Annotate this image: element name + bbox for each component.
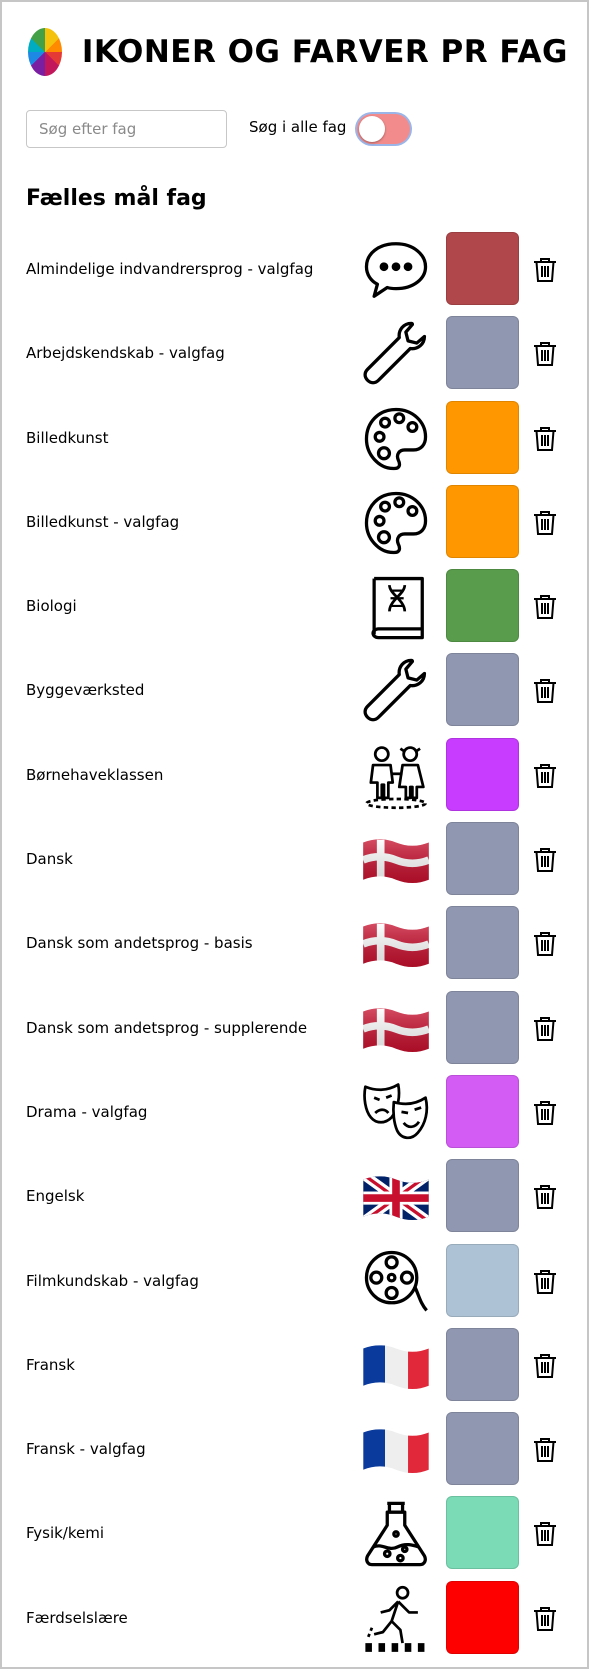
trash-icon[interactable]	[532, 509, 558, 537]
color-wheel-icon	[28, 28, 62, 76]
trash-icon[interactable]	[532, 256, 558, 284]
trash-icon[interactable]	[532, 1605, 558, 1633]
subject-row: Fransk - valgfag	[2, 1412, 589, 1496]
children-icon[interactable]	[360, 740, 432, 812]
app-frame: IKONER OG FARVER PR FAG Søg i alle fag F…	[0, 0, 589, 1669]
subject-row: Billedkunst	[2, 400, 589, 485]
subject-row: Børnehaveklassen	[2, 737, 589, 822]
header: IKONER OG FARVER PR FAG	[28, 26, 568, 78]
subject-row: Dansk som andetsprog - basis	[2, 906, 589, 990]
trash-icon[interactable]	[532, 762, 558, 790]
subject-row: Biologi	[2, 569, 589, 653]
trash-icon[interactable]	[532, 846, 558, 874]
danish-flag-icon[interactable]	[360, 824, 432, 896]
color-swatch[interactable]	[446, 1327, 519, 1401]
french-flag-icon[interactable]	[360, 1330, 432, 1402]
subject-name: Drama - valgfag	[26, 1102, 148, 1121]
subject-name: Almindelige indvandrersprog - valgfag	[26, 260, 314, 278]
toggle-knob[interactable]	[359, 116, 385, 142]
trash-icon[interactable]	[532, 677, 558, 705]
subject-row: Dansk som andetsprog - supplerende	[2, 990, 589, 1075]
subject-row: Drama - valgfag	[2, 1074, 589, 1159]
search-input[interactable]	[26, 110, 227, 148]
subject-row: Dansk	[2, 822, 589, 906]
trash-icon[interactable]	[532, 1520, 558, 1548]
color-swatch[interactable]	[446, 906, 519, 980]
trash-icon[interactable]	[532, 1268, 558, 1296]
color-swatch[interactable]	[446, 990, 519, 1064]
subject-name: Børnehaveklassen	[26, 765, 164, 784]
subject-name: Dansk	[26, 850, 73, 869]
color-swatch[interactable]	[446, 569, 519, 643]
subject-name: Billedkunst - valgfag	[26, 512, 180, 531]
subject-name: Dansk som andetsprog - basis	[26, 934, 253, 953]
color-swatch[interactable]	[446, 1074, 519, 1148]
color-swatch[interactable]	[446, 1412, 519, 1486]
subject-row: Arbejdskendskab - valgfag	[2, 316, 589, 400]
subject-list: Almindelige indvandrersprog - valgfag Arb…	[2, 232, 589, 1665]
subject-name: Fysik/kemi	[26, 1524, 105, 1543]
color-swatch[interactable]	[446, 316, 519, 390]
flask-icon[interactable]	[360, 1498, 432, 1570]
search-all-toggle[interactable]	[357, 114, 410, 144]
color-swatch[interactable]	[446, 1243, 519, 1317]
toggle-label: Søg i alle fag	[249, 118, 347, 136]
trash-icon[interactable]	[532, 1183, 558, 1211]
subject-name: Biologi	[26, 597, 77, 616]
page-title: IKONER OG FARVER PR FAG	[81, 34, 568, 70]
subject-row: Færdselslære	[2, 1580, 589, 1665]
wrench-icon[interactable]	[360, 655, 432, 727]
danish-flag-icon[interactable]	[360, 993, 432, 1065]
palette-icon[interactable]	[360, 487, 432, 559]
trash-icon[interactable]	[532, 1015, 558, 1043]
subject-name: Fransk - valgfag	[26, 1440, 146, 1459]
french-flag-icon[interactable]	[360, 1414, 432, 1486]
trash-icon[interactable]	[532, 930, 558, 958]
color-swatch[interactable]	[446, 484, 519, 558]
uk-flag-icon[interactable]	[360, 1161, 432, 1233]
subject-name: Dansk som andetsprog - supplerende	[26, 1018, 308, 1037]
subject-row: Fysik/kemi	[2, 1496, 589, 1580]
trash-icon[interactable]	[532, 1436, 558, 1464]
color-swatch[interactable]	[446, 653, 519, 727]
palette-icon[interactable]	[360, 403, 432, 475]
trash-icon[interactable]	[532, 593, 558, 621]
trash-icon[interactable]	[532, 1352, 558, 1380]
color-swatch[interactable]	[446, 1496, 519, 1570]
subject-row: Byggeværksted	[2, 653, 589, 737]
subject-row: Filmkundskab - valgfag	[2, 1243, 589, 1328]
color-swatch[interactable]	[446, 232, 519, 305]
subject-row: Engelsk	[2, 1159, 589, 1243]
subject-name: Filmkundskab - valgfag	[26, 1271, 199, 1290]
pedestrian-crossing-icon[interactable]	[360, 1583, 432, 1655]
color-swatch[interactable]	[446, 1580, 519, 1654]
wrench-icon[interactable]	[360, 318, 432, 390]
trash-icon[interactable]	[532, 425, 558, 453]
dna-book-icon[interactable]	[360, 571, 432, 643]
color-swatch[interactable]	[446, 737, 519, 811]
subject-name: Billedkunst	[26, 428, 109, 447]
trash-icon[interactable]	[532, 340, 558, 368]
section-title: Fælles mål fag	[26, 186, 207, 211]
danish-flag-icon[interactable]	[360, 908, 432, 980]
subject-row: Almindelige indvandrersprog - valgfag	[2, 232, 589, 316]
subject-row: Billedkunst - valgfag	[2, 484, 589, 569]
subject-name: Byggeværksted	[26, 681, 145, 700]
color-swatch[interactable]	[446, 400, 519, 474]
subject-name: Arbejdskendskab - valgfag	[26, 344, 225, 363]
subject-row: Fransk	[2, 1327, 589, 1412]
color-swatch[interactable]	[446, 822, 519, 896]
subject-name: Engelsk	[26, 1187, 85, 1206]
subject-name: Færdselslære	[26, 1608, 128, 1627]
subject-name: Fransk	[26, 1355, 75, 1374]
speech-bubble-icon[interactable]	[360, 234, 432, 306]
theater-masks-icon[interactable]	[360, 1077, 432, 1149]
film-reel-icon[interactable]	[360, 1246, 432, 1318]
color-swatch[interactable]	[446, 1159, 519, 1233]
trash-icon[interactable]	[532, 1099, 558, 1127]
